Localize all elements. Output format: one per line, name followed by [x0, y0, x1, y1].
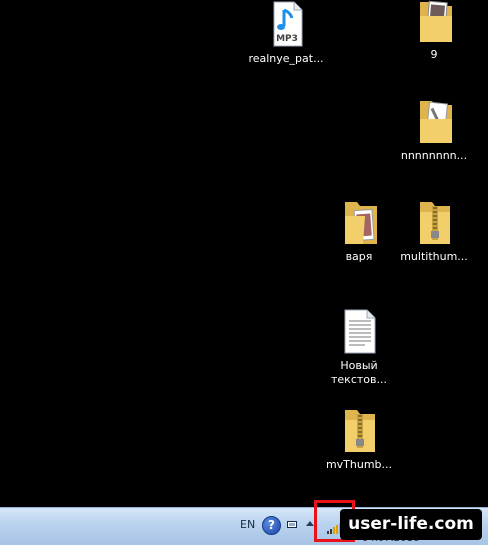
folder-icon [410, 0, 458, 44]
text-document-icon [335, 307, 383, 355]
desktop-icon-text-document[interactable]: Новый текстов... [321, 307, 397, 387]
desktop-icon-label: 9 [430, 48, 438, 61]
desktop-icon-label: варя [345, 250, 373, 263]
desktop-icon-zip-mvthumb[interactable]: mvThumb... [321, 406, 397, 472]
desktop-icon-label: multithum... [400, 250, 468, 263]
mp3-file-icon: MP3 [262, 0, 310, 48]
desktop-icon-label: realnye_pat... [248, 52, 324, 65]
desktop-icon-folder-9[interactable]: 9 [396, 0, 472, 62]
desktop-icon-zip-multithum[interactable]: multithum... [396, 198, 472, 264]
watermark-logo: user-life.com [340, 509, 482, 540]
zip-folder-icon [410, 198, 458, 246]
desktop-icon-label: nnnnnnnn... [400, 149, 468, 162]
desktop-icon-folder-varya[interactable]: варя [321, 198, 397, 264]
desktop-icon-label: Новый текстов... [331, 359, 387, 386]
desktop: MP3 realnye_pat... 9 nnnnnnnn... варя mu… [0, 0, 488, 545]
show-hidden-icons-icon[interactable] [306, 521, 314, 526]
desktop-icon-mp3[interactable]: MP3 realnye_pat... [248, 0, 324, 66]
language-indicator[interactable]: EN [240, 518, 255, 531]
zip-folder-icon [335, 406, 383, 454]
help-icon[interactable]: ? [262, 516, 281, 535]
folder-icon [335, 198, 383, 246]
desktop-icon-label: mvThumb... [325, 458, 393, 471]
svg-text:MP3: MP3 [276, 34, 298, 44]
display-icon[interactable] [287, 514, 297, 528]
desktop-icon-folder-nnn[interactable]: nnnnnnnn... [396, 97, 472, 163]
folder-icon [410, 97, 458, 145]
